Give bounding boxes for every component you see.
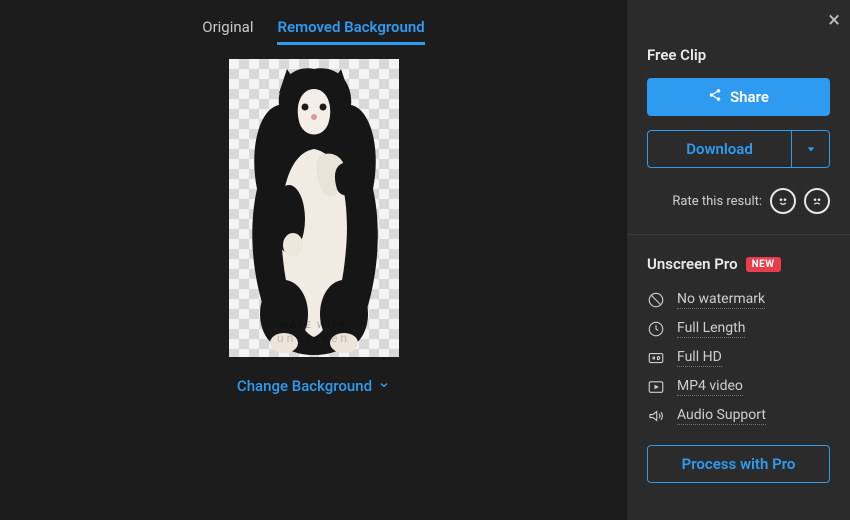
tab-removed-background[interactable]: Removed Background — [277, 18, 424, 45]
rate-good-button[interactable] — [770, 188, 796, 214]
feature-audio: Audio Support — [647, 407, 830, 425]
watermark-line2: unscreen — [277, 331, 350, 345]
feature-mp4: MP4 video — [647, 378, 830, 396]
pro-header: Unscreen Pro NEW — [647, 255, 830, 273]
pro-title: Unscreen Pro — [647, 255, 738, 273]
preview-result: MADE WITH unscreen — [229, 59, 399, 357]
pro-features: No watermark Full Length Full HD MP4 vid… — [647, 291, 830, 425]
pro-panel: Unscreen Pro NEW No watermark Full Lengt… — [627, 235, 850, 503]
feature-full-length: Full Length — [647, 320, 830, 338]
free-clip-title: Free Clip — [647, 46, 830, 64]
rate-row: Rate this result: — [647, 188, 830, 214]
feature-mp4-label: MP4 video — [677, 378, 743, 396]
foreground-subject — [229, 59, 399, 357]
chevron-down-icon — [378, 377, 390, 395]
watermark: MADE WITH unscreen — [229, 321, 399, 345]
process-with-pro-button[interactable]: Process with Pro — [647, 445, 830, 483]
hd-icon — [647, 349, 665, 367]
share-label: Share — [730, 88, 769, 106]
download-label: Download — [686, 140, 753, 158]
change-background-button[interactable]: Change Background — [237, 377, 390, 395]
no-watermark-icon — [647, 291, 665, 309]
preview-wrap: MADE WITH unscreen Change Background — [229, 59, 399, 395]
share-icon — [708, 88, 722, 106]
feature-full-length-label: Full Length — [677, 320, 745, 338]
close-icon[interactable]: × — [828, 8, 840, 33]
new-badge: NEW — [746, 257, 781, 272]
feature-full-hd-label: Full HD — [677, 349, 722, 367]
play-icon — [647, 378, 665, 396]
main-area: Original Removed Background — [0, 0, 627, 520]
download-row: Download — [647, 130, 830, 168]
feature-full-hd: Full HD — [647, 349, 830, 367]
process-pro-label: Process with Pro — [682, 455, 796, 473]
feature-audio-label: Audio Support — [677, 407, 766, 425]
clock-icon — [647, 320, 665, 338]
sidebar: × Free Clip Share Download Rate this res… — [627, 0, 850, 520]
rate-bad-button[interactable] — [804, 188, 830, 214]
rate-label: Rate this result: — [672, 194, 762, 209]
change-background-label: Change Background — [237, 377, 372, 395]
share-button[interactable]: Share — [647, 78, 830, 116]
tab-original[interactable]: Original — [202, 18, 253, 45]
result-tabs: Original Removed Background — [202, 18, 424, 45]
feature-no-watermark: No watermark — [647, 291, 830, 309]
audio-icon — [647, 407, 665, 425]
feature-no-watermark-label: No watermark — [677, 291, 765, 309]
download-button[interactable]: Download — [647, 130, 792, 168]
watermark-line1: MADE WITH — [280, 321, 347, 331]
free-clip-panel: Free Clip Share Download Rate this resul… — [627, 0, 850, 235]
download-dropdown-button[interactable] — [792, 130, 830, 168]
